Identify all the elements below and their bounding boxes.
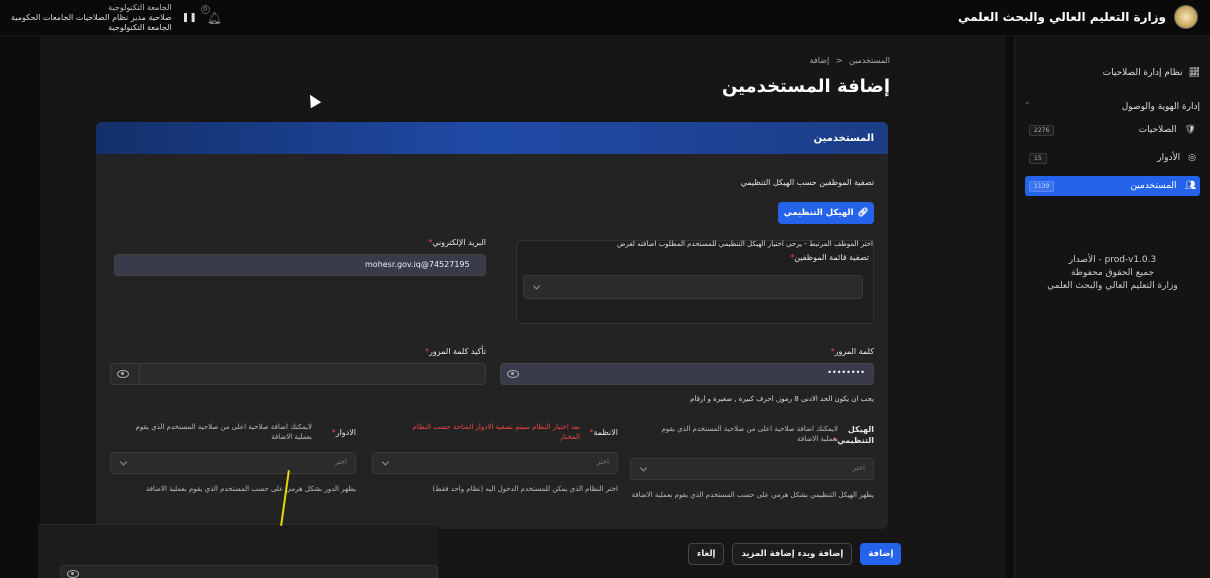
password-input[interactable]: •••••••• <box>500 363 874 385</box>
user-info[interactable]: الجامعة التكنولوجية صلاحية مدير نظام الص… <box>2 3 172 33</box>
page-title: إضافة المستخدمين <box>721 76 890 97</box>
card-header: المستخدمين <box>96 122 888 154</box>
chevron-down-icon <box>532 282 541 290</box>
sidebar-section-identity[interactable]: إدارة الهوية والوصول ˄ <box>1025 102 1200 112</box>
user-role: صلاحية مدير نظام الصلاحيات الجامعات الحك… <box>11 13 172 22</box>
divider <box>139 364 140 384</box>
employee-label-text: تصفية قائمة الموظفين <box>794 253 869 262</box>
confirm-password-input[interactable] <box>110 363 486 385</box>
ministry-logo <box>1174 5 1198 29</box>
main-content: المستخدمين < إضافة إضافة المستخدمين المس… <box>40 36 1006 578</box>
org-label-text: الهيكل التنظيمي <box>837 425 874 445</box>
version-info: prod-v1.0.3 - الأصدار جميع الحقوق محفوظة… <box>1025 254 1200 293</box>
password-value: •••••••• <box>827 368 865 377</box>
ministry-text: وزارة التعليم العالي والبحث العلمي <box>1047 281 1178 291</box>
bell-icon[interactable]: 🔔︎ 0 <box>200 5 222 25</box>
confirm-password-label: تأكيد كلمة المرور* <box>425 347 486 356</box>
org-select[interactable]: اختر <box>630 458 874 480</box>
sidebar-item-users[interactable]: 👥︎ المستخدمين 1139 <box>1025 176 1200 196</box>
systems-select-placeholder: اختر <box>596 458 609 466</box>
count-badge: 2276 <box>1029 124 1055 136</box>
systems-label: الانظمة* <box>589 428 619 437</box>
sidebar-system-label: نظام إدارة الصلاحيات <box>1102 68 1183 78</box>
overlay-input[interactable] <box>60 565 438 578</box>
systems-warning: بعد اختيار النظام سيتم تصفية الادوار الم… <box>412 423 580 441</box>
employee-hint: اختر الموظف المرتبط - يرجى اختيار الهيكل… <box>617 240 873 248</box>
employee-label: تصفية قائمة الموظفين* <box>790 253 869 262</box>
email-value: mohesr.gov.iq@74527195 <box>365 260 470 269</box>
sidebar: 📈︎ نظام إدارة الصلاحيات إدارة الهوية وال… <box>1014 36 1210 578</box>
chevron-down-icon <box>639 464 648 472</box>
email-label-text: البريد الإلكتروني <box>432 238 486 247</box>
top-bar: وزارة التعليم العالي والبحث العلمي الجام… <box>0 0 1210 36</box>
roles-select-placeholder: اختر <box>334 458 347 466</box>
chevron-down-icon <box>381 458 390 466</box>
sidebar-item-label: الأدوار <box>1157 153 1181 163</box>
org-structure-button[interactable]: 🔗︎ الهيكل التنظيمي <box>778 202 874 224</box>
roles-help: يظهر الدور بشكل هرمي على حسب المستخدم ال… <box>145 485 356 493</box>
password-rule: يجب ان يكون الحد الادنى 8 رموز, احرف كبي… <box>690 395 874 403</box>
filter-title: تصفية الموظفين حسب الهيكل التنظيمي <box>740 178 874 187</box>
cancel-button[interactable]: إلغاء <box>688 543 725 565</box>
shield-icon: 🛡︎ <box>1184 125 1196 135</box>
breadcrumb-current: إضافة <box>809 56 830 65</box>
systems-help: اختر النظام الذي يمكن للمستخدم الدخول ال… <box>432 485 618 493</box>
chevron-up-icon: ˄ <box>1025 102 1030 112</box>
roles-label: الادوار* <box>331 428 356 437</box>
roles-label-text: الادوار <box>335 428 356 437</box>
breadcrumb: المستخدمين < إضافة <box>810 56 890 65</box>
org-hint: لايمكنك اضافة صلاحية اعلى من صلاحية المس… <box>661 425 838 443</box>
ministry-brand: وزارة التعليم العالي والبحث العلمي <box>958 4 1198 30</box>
employee-select[interactable] <box>523 275 863 299</box>
roles-select[interactable]: اختر <box>110 452 356 474</box>
form-actions: إضافة إضافة وبدء إضافة المزيد إلغاء <box>688 543 902 565</box>
eye-icon[interactable] <box>117 370 129 378</box>
user-university: الجامعة التكنولوجية <box>108 23 172 32</box>
add-and-more-button[interactable]: إضافة وبدء إضافة المزيد <box>732 543 853 565</box>
fingerprint-icon: ◎ <box>1188 153 1196 163</box>
ministry-title: وزارة التعليم العالي والبحث العلمي <box>957 10 1166 24</box>
email-label: البريد الإلكتروني* <box>428 238 486 247</box>
sidebar-item-permissions[interactable]: 🛡︎ الصلاحيات 2276 <box>1025 120 1200 140</box>
divider <box>529 364 530 384</box>
org-select-placeholder: اختر <box>852 464 865 472</box>
confirm-password-label-text: تأكيد كلمة المرور <box>429 347 486 356</box>
chevron-left-icon: < <box>835 56 843 65</box>
org-help: يظهر الهيكل التنظيمي بشكل هرمي على حسب ا… <box>631 491 875 499</box>
chart-icon: 📈︎ <box>1188 68 1200 78</box>
employee-filter-box: اختر الموظف المرتبط - يرجى اختيار الهيكل… <box>516 240 874 324</box>
version-text: prod-v1.0.3 - الأصدار <box>1068 255 1157 265</box>
sidebar-item-system[interactable]: 📈︎ نظام إدارة الصلاحيات <box>1025 68 1200 78</box>
eye-icon[interactable] <box>507 370 519 378</box>
sidebar-item-label: المستخدمين <box>1130 181 1177 191</box>
org-structure-button-label: الهيكل التنظيمي <box>783 208 854 218</box>
rights-text: جميع الحقوق محفوظة <box>1070 268 1155 278</box>
users-icon: 👥︎ <box>1184 181 1196 191</box>
count-badge: 15 <box>1029 152 1047 164</box>
password-label: كلمة المرور* <box>830 347 874 356</box>
count-badge: 1139 <box>1029 180 1055 192</box>
sidebar-section-label: إدارة الهوية والوصول <box>1121 102 1200 112</box>
breadcrumb-users[interactable]: المستخدمين <box>849 56 890 65</box>
pause-icon[interactable]: ❚❚ <box>182 13 197 23</box>
org-label: الهيكل التنظيمي* <box>833 425 874 445</box>
password-label-text: كلمة المرور <box>834 347 874 356</box>
eye-icon[interactable] <box>67 570 79 578</box>
sidebar-item-label: الصلاحيات <box>1138 125 1177 135</box>
overlay-panel <box>38 524 438 578</box>
user-block[interactable]: الجامعة التكنولوجية صلاحية مدير نظام الص… <box>0 0 230 36</box>
systems-label-text: الانظمة <box>593 428 619 437</box>
notification-badge: 0 <box>200 5 210 14</box>
chevron-down-icon <box>119 458 128 466</box>
email-input[interactable]: mohesr.gov.iq@74527195 <box>114 254 486 276</box>
sidebar-item-roles[interactable]: ◎ الأدوار 15 <box>1025 148 1200 168</box>
link-icon: 🔗︎ <box>857 208 869 218</box>
systems-select[interactable]: اختر <box>372 452 618 474</box>
user-form-card: المستخدمين تصفية الموظفين حسب الهيكل الت… <box>96 122 888 529</box>
add-button[interactable]: إضافة <box>860 543 902 565</box>
roles-hint: لايمكنك اضافة صلاحية اعلى من صلاحية المس… <box>135 423 312 441</box>
user-org: الجامعة التكنولوجية <box>108 3 172 12</box>
